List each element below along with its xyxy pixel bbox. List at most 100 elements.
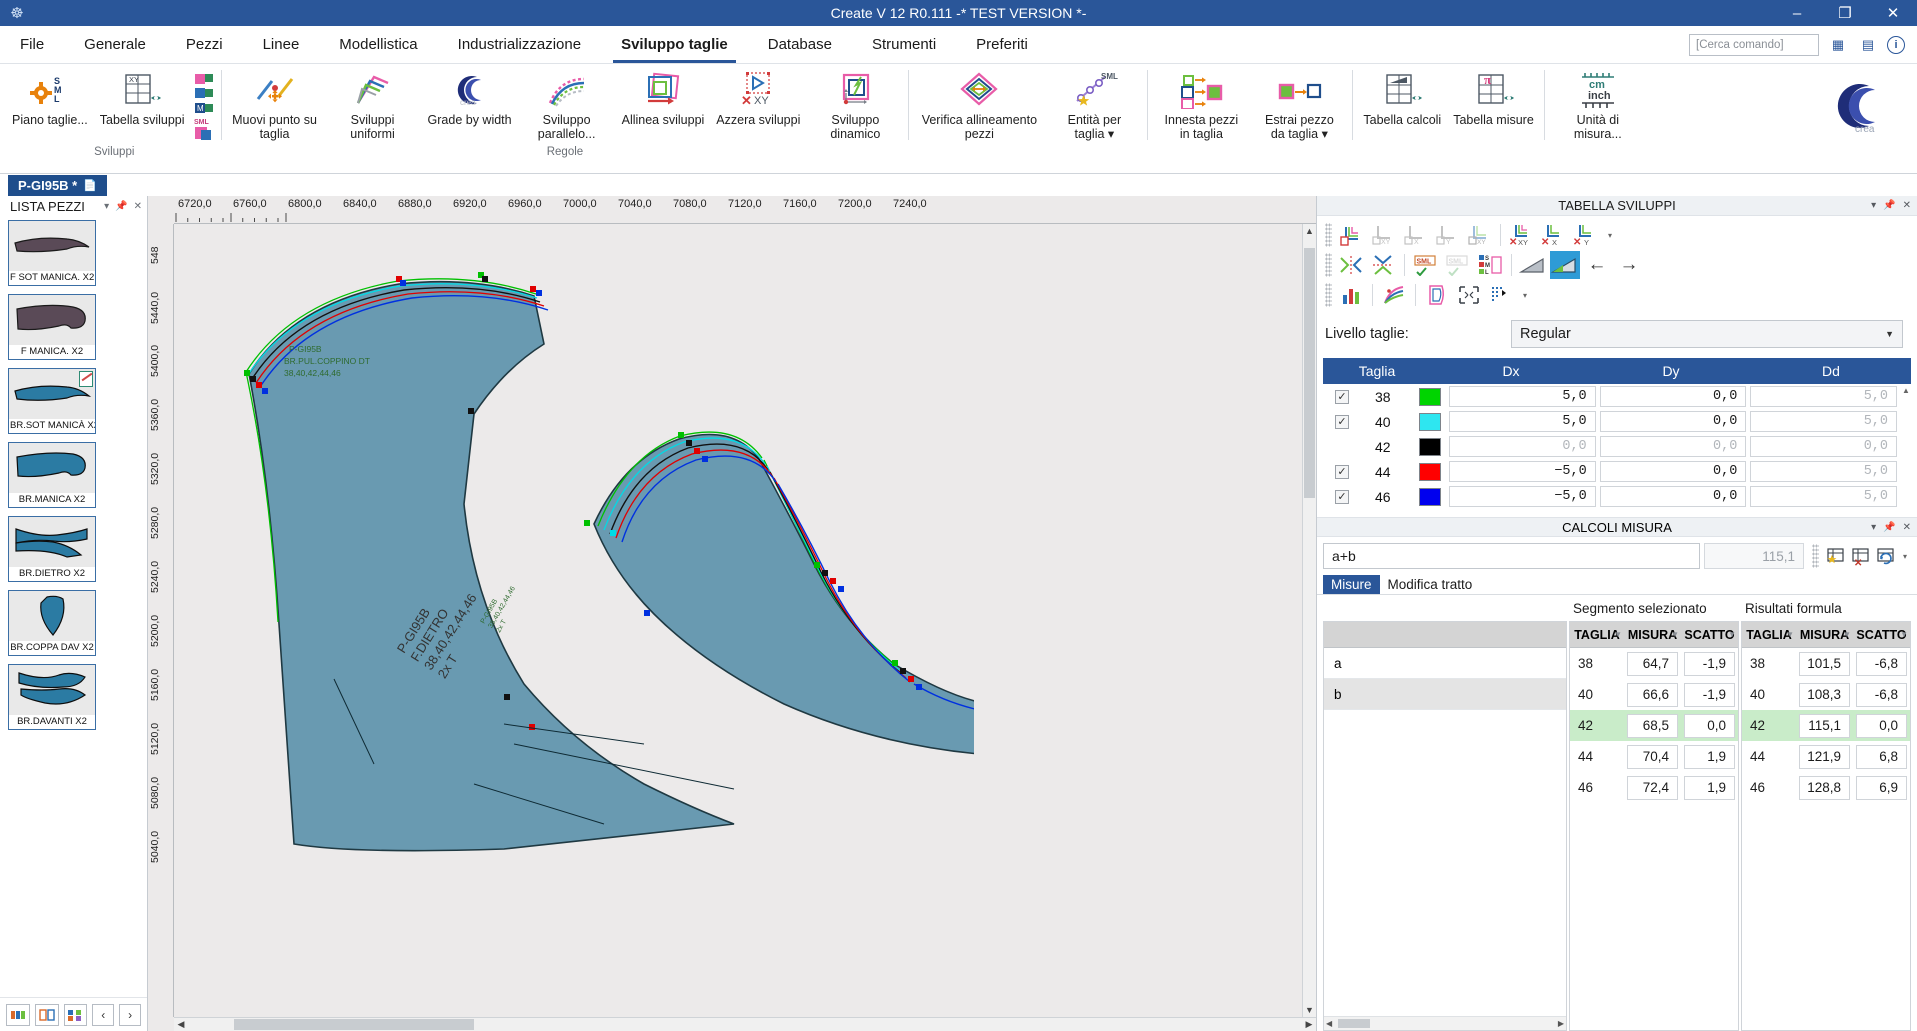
row-checkbox[interactable]: ✓ xyxy=(1335,464,1349,479)
horizontal-ruler[interactable]: 6720,0 6760,0 6800,0 6840,0 6880,0 6920,… xyxy=(174,196,1316,224)
scroll-down-icon[interactable]: ▼ xyxy=(1303,1003,1316,1017)
column-header-taglia[interactable]: TAGLIA ▼ xyxy=(1742,622,1796,648)
table-row[interactable]: ✓ 44 −5,0 0,0 5,0 xyxy=(1323,459,1911,484)
color-swatch[interactable] xyxy=(1419,387,1441,406)
dy-value[interactable]: 0,0 xyxy=(1599,461,1747,482)
vertical-scroll-thumb[interactable] xyxy=(1304,248,1315,498)
row-checkbox[interactable]: ✓ xyxy=(1335,389,1349,404)
next-arrow-icon[interactable]: → xyxy=(1614,251,1644,279)
ribbon-button-allinea-sviluppi[interactable]: Allinea sviluppi xyxy=(616,64,711,127)
close-icon[interactable]: ✕ xyxy=(1903,200,1911,211)
cell-scatto[interactable]: 0,0 xyxy=(1856,713,1907,738)
list-item[interactable]: BR.SOT MANICÀ X2 xyxy=(8,368,96,434)
row-checkbox[interactable]: ✓ xyxy=(1335,489,1349,504)
color-swatch[interactable] xyxy=(1419,462,1441,481)
delete-row-icon[interactable]: ✕ xyxy=(1849,545,1871,567)
ribbon-button-sviluppo-dinamico[interactable]: Sviluppo dinamico xyxy=(806,64,904,141)
scroll-left-icon[interactable]: ◀ xyxy=(174,1018,188,1031)
scroll-right-icon[interactable]: ▶ xyxy=(1302,1018,1316,1031)
chevron-down-icon[interactable]: ▾ xyxy=(1871,200,1876,211)
ribbon-button-innesta-pezzi-in-taglia[interactable]: Innesta pezzi in taglia xyxy=(1152,64,1250,141)
menu-item-industrializzazione[interactable]: Industrializzazione xyxy=(438,26,601,63)
cell-misura[interactable]: 121,9 xyxy=(1799,744,1850,769)
clear-x-icon[interactable]: ✕ X xyxy=(1539,221,1569,249)
dd-value[interactable]: 5,0 xyxy=(1750,461,1898,482)
overflow-icon[interactable]: ▾ xyxy=(1518,281,1532,309)
cell-scatto[interactable]: 1,9 xyxy=(1684,744,1735,769)
table-row[interactable]: 40 108,3 -6,8 xyxy=(1742,679,1910,710)
sviluppi-extra-icons[interactable]: M SML xyxy=(191,64,217,144)
column-header-scatto[interactable]: SCATTO ▼ xyxy=(1853,622,1910,648)
filter-icon[interactable]: ▼ xyxy=(1786,630,1794,639)
menu-item-modellistica[interactable]: Modellistica xyxy=(319,26,437,63)
grid-point-icon[interactable] xyxy=(1486,281,1516,309)
cell-scatto[interactable]: 0,0 xyxy=(1684,713,1735,738)
dx-value[interactable]: −5,0 xyxy=(1449,461,1596,482)
taglia-checkbox-cell[interactable]: ✓ xyxy=(1323,489,1375,504)
pieces-view-icon[interactable] xyxy=(6,1003,30,1026)
overflow-icon[interactable]: ▾ xyxy=(1899,545,1911,567)
table-icon[interactable]: ▤ xyxy=(1857,34,1879,56)
fit-icon[interactable] xyxy=(1454,281,1484,309)
list-item[interactable]: BR.DIETRO X2 xyxy=(8,516,96,582)
menu-item-generale[interactable]: Generale xyxy=(64,26,166,63)
color-swatch[interactable] xyxy=(1419,437,1441,456)
grid-icon[interactable]: ▦ xyxy=(1827,34,1849,56)
ribbon-button-muovi-punto-su-taglia[interactable]: Muovi punto su taglia xyxy=(226,64,324,141)
piece-grade-icon[interactable] xyxy=(1422,281,1452,309)
ribbon-button-unita-di-misura[interactable]: cm inch Unità di misura... xyxy=(1549,64,1647,141)
dd-value[interactable]: 5,0 xyxy=(1750,386,1898,407)
taglia-checkbox-cell[interactable]: ✓ xyxy=(1323,414,1375,429)
document-tab[interactable]: P-GI95B * 📄 xyxy=(8,175,107,196)
horizontal-scroll-thumb[interactable] xyxy=(1338,1019,1370,1028)
dd-value[interactable]: 5,0 xyxy=(1750,411,1898,432)
list-item[interactable]: BR.COPPA DAV X2 xyxy=(8,590,96,656)
search-input[interactable]: [Cerca comando] xyxy=(1689,33,1819,56)
mirror-h-icon[interactable] xyxy=(1336,251,1366,279)
menu-item-sviluppo-taglie[interactable]: Sviluppo taglie xyxy=(601,26,748,63)
menu-item-strumenti[interactable]: Strumenti xyxy=(852,26,956,63)
dx-value[interactable]: 0,0 xyxy=(1449,436,1596,457)
canvas-horizontal-scrollbar[interactable]: ◀ ▶ xyxy=(174,1017,1316,1031)
scroll-up-icon[interactable]: ▲ xyxy=(1303,224,1316,238)
ribbon-button-verifica-allineamento-pezzi[interactable]: Verifica allineamento pezzi xyxy=(913,64,1045,141)
overflow-icon[interactable]: ▾ xyxy=(1603,221,1617,249)
pin-icon[interactable]: 📌 xyxy=(1883,522,1895,533)
menu-item-pezzi[interactable]: Pezzi xyxy=(166,26,243,63)
scroll-right-icon[interactable]: ▶ xyxy=(1558,1019,1564,1028)
cell-misura[interactable]: 70,4 xyxy=(1627,744,1678,769)
cell-scatto[interactable]: -6,8 xyxy=(1856,682,1907,707)
livello-taglie-select[interactable]: Regular ▼ xyxy=(1511,320,1903,348)
list-item[interactable]: a xyxy=(1324,648,1566,679)
filter-icon[interactable]: ▼ xyxy=(1728,630,1736,639)
paste-grade-xy-icon[interactable]: XY xyxy=(1368,221,1398,249)
pin-icon[interactable]: 📌 xyxy=(1883,200,1895,211)
cell-scatto[interactable]: 6,9 xyxy=(1856,775,1907,800)
table-row[interactable]: 38 101,5 -6,8 xyxy=(1742,648,1910,679)
row-checkbox[interactable]: ✓ xyxy=(1335,414,1349,429)
ribbon-button-tabella-sviluppi[interactable]: XY Tabella sviluppi xyxy=(94,64,191,127)
canvas-vertical-scrollbar[interactable]: ▲ ▼ xyxy=(1302,224,1316,1017)
prev-arrow-icon[interactable]: ← xyxy=(1582,251,1612,279)
taglia-checkbox-cell[interactable]: ✓ xyxy=(1323,389,1375,404)
taglie-scroll-up-icon[interactable]: ▲ xyxy=(1901,386,1911,407)
clear-y-icon[interactable]: ✕ Y xyxy=(1571,221,1601,249)
cell-scatto[interactable]: 6,8 xyxy=(1856,744,1907,769)
menu-item-linee[interactable]: Linee xyxy=(243,26,320,63)
dy-value[interactable]: 0,0 xyxy=(1599,436,1747,457)
list-item[interactable]: F SOT MANICA. X2 xyxy=(8,220,96,286)
minimize-button[interactable]: – xyxy=(1773,0,1821,26)
table-row[interactable]: ✓ 38 5,0 0,0 5,0 ▲ xyxy=(1323,384,1911,409)
filter-icon[interactable]: ▼ xyxy=(1900,630,1908,639)
chevron-down-icon[interactable]: ▾ xyxy=(104,201,109,212)
curve-grade-icon[interactable] xyxy=(1379,281,1409,309)
list-item[interactable]: b xyxy=(1324,679,1566,710)
table-row[interactable]: ✓ 40 5,0 0,0 5,0 xyxy=(1323,409,1911,434)
grade-ramp-selected-icon[interactable] xyxy=(1550,251,1580,279)
close-button[interactable]: ✕ xyxy=(1869,0,1917,26)
menu-item-database[interactable]: Database xyxy=(748,26,852,63)
scroll-left-icon[interactable]: ◀ xyxy=(1326,1019,1332,1028)
dx-value[interactable]: −5,0 xyxy=(1449,486,1596,507)
prev-page-icon[interactable]: ‹ xyxy=(92,1003,115,1026)
ribbon-button-piano-taglie[interactable]: S M L Piano taglie... xyxy=(6,64,94,127)
